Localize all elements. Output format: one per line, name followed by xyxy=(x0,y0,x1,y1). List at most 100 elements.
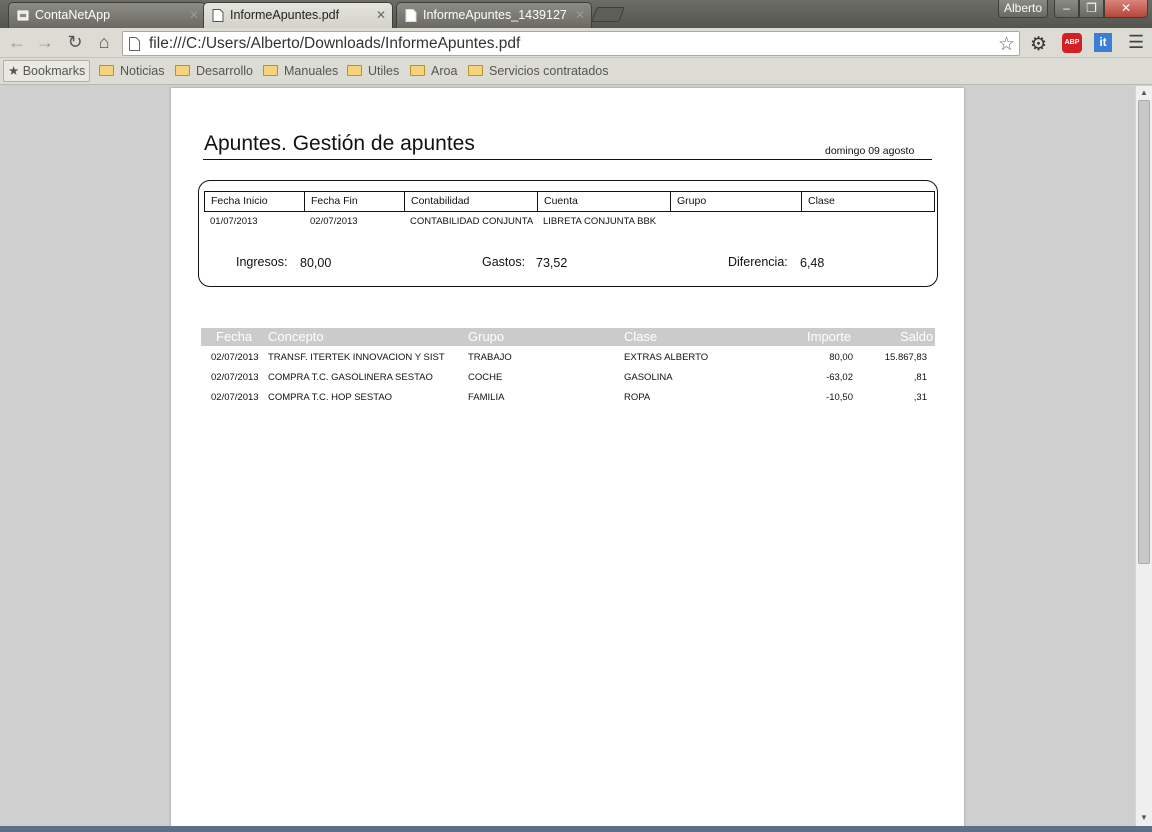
column-header-clase: Clase xyxy=(624,329,658,344)
cell-saldo: ,31 xyxy=(913,392,927,403)
column-header-importe: Importe xyxy=(807,329,852,344)
close-tab-icon[interactable]: ✕ xyxy=(189,3,199,27)
table-row: 02/07/2013 COMPRA T.C. GASOLINERA SESTAO… xyxy=(201,372,935,390)
tab-informeapuntes-1439127[interactable]: InformeApuntes_1439127 ✕ xyxy=(396,2,592,28)
reload-icon[interactable]: ↻ xyxy=(63,31,87,55)
tab-title: InformeApuntes.pdf xyxy=(230,8,340,22)
cell-saldo: ,81 xyxy=(913,372,927,383)
cell-importe: 80,00 xyxy=(829,352,853,363)
filter-header-grupo: Grupo xyxy=(671,192,802,211)
folder-icon xyxy=(410,65,425,76)
filter-summary-box: Fecha Inicio Fecha Fin Contabilidad Cuen… xyxy=(198,180,938,287)
cell-grupo: TRABAJO xyxy=(468,352,512,363)
table-row: 02/07/2013 COMPRA T.C. HOP SESTAO FAMILI… xyxy=(201,392,935,410)
cell-concepto: COMPRA T.C. GASOLINERA SESTAO xyxy=(268,372,433,383)
gastos-label: Gastos: xyxy=(482,255,526,269)
title-bar: ContaNetApp ✕ InformeApuntes.pdf ✕ Infor… xyxy=(0,0,1152,28)
folder-label: Noticias xyxy=(120,64,165,78)
document-icon xyxy=(212,9,224,22)
column-header-concepto: Concepto xyxy=(268,329,324,344)
diferencia-value: 6,48 xyxy=(800,256,825,270)
page-icon xyxy=(129,37,140,51)
cell-fecha: 02/07/2013 xyxy=(211,392,259,403)
forward-arrow-icon[interactable]: → xyxy=(33,31,57,55)
filter-value-fecha-fin: 02/07/2013 xyxy=(310,216,358,227)
filter-header-clase: Clase xyxy=(808,195,835,207)
windows-taskbar xyxy=(0,826,1152,832)
star-icon: ★ xyxy=(8,64,20,78)
star-icon[interactable]: ☆ xyxy=(998,33,1015,56)
folder-label: Manuales xyxy=(284,64,339,78)
hamburger-menu-icon[interactable]: ☰ xyxy=(1128,32,1144,53)
document-icon xyxy=(405,9,417,22)
cell-clase: EXTRAS ALBERTO xyxy=(624,352,709,363)
filter-value-fecha-inicio: 01/07/2013 xyxy=(210,216,258,227)
cell-concepto: COMPRA T.C. HOP SESTAO xyxy=(268,392,393,403)
column-header-saldo: Saldo xyxy=(900,329,934,344)
cell-importe: -10,50 xyxy=(826,392,853,403)
minimize-icon[interactable]: – xyxy=(1054,0,1079,18)
browser-toolbar: ← → ↻ ⌂ file:///C:/Users/Alberto/Downloa… xyxy=(0,28,1152,58)
cell-clase: ROPA xyxy=(624,392,651,403)
title-divider xyxy=(203,159,932,160)
close-window-icon[interactable]: ✕ xyxy=(1104,0,1148,18)
report-title: Apuntes. Gestión de apuntes xyxy=(204,132,475,155)
folder-icon xyxy=(175,65,190,76)
url-text[interactable]: file:///C:/Users/Alberto/Downloads/Infor… xyxy=(149,35,520,53)
gastos-value: 73,52 xyxy=(536,256,568,270)
address-bar[interactable]: file:///C:/Users/Alberto/Downloads/Infor… xyxy=(122,31,1020,56)
scroll-down-arrow-icon[interactable]: ▼ xyxy=(1140,813,1148,822)
pdf-viewport: Apuntes. Gestión de apuntes domingo 09 a… xyxy=(0,86,1135,832)
folder-label: Utiles xyxy=(368,64,400,78)
folder-icon xyxy=(263,65,278,76)
restore-icon[interactable]: ❐ xyxy=(1079,0,1104,18)
tab-contanetapp[interactable]: ContaNetApp ✕ xyxy=(8,2,206,28)
close-tab-icon[interactable]: ✕ xyxy=(575,3,585,27)
bookmarks-button[interactable]: ★ Bookmarks xyxy=(3,60,91,82)
report-date: domingo 09 agosto xyxy=(825,145,915,157)
bookmark-folder-aroa[interactable]: Aroa xyxy=(410,62,457,80)
folder-icon xyxy=(99,65,114,76)
column-header-fecha: Fecha xyxy=(216,329,253,344)
cell-grupo: COCHE xyxy=(468,372,503,383)
bookmarks-label: Bookmarks xyxy=(22,64,86,78)
bookmark-folder-utiles[interactable]: Utiles xyxy=(347,62,399,80)
filter-header-row: Fecha Inicio Fecha Fin Contabilidad Cuen… xyxy=(204,191,935,212)
bookmark-folder-servicios[interactable]: Servicios contratados xyxy=(468,62,609,80)
tab-title: ContaNetApp xyxy=(35,8,111,22)
cell-grupo: FAMILIA xyxy=(468,392,505,403)
profile-button[interactable]: Alberto xyxy=(998,0,1048,18)
cell-fecha: 02/07/2013 xyxy=(211,372,259,383)
bookmark-folder-noticias[interactable]: Noticias xyxy=(99,62,164,80)
bookmark-folder-desarrollo[interactable]: Desarrollo xyxy=(175,62,253,80)
it-icon[interactable]: it xyxy=(1094,33,1112,52)
scroll-up-arrow-icon[interactable]: ▲ xyxy=(1140,88,1148,97)
folder-icon xyxy=(347,65,362,76)
filter-header-fecha-fin: Fecha Fin xyxy=(305,192,405,211)
bookmark-folder-manuales[interactable]: Manuales xyxy=(263,62,338,80)
tab-title: InformeApuntes_1439127 xyxy=(423,8,567,22)
tab-informeapuntes-pdf[interactable]: InformeApuntes.pdf ✕ xyxy=(203,2,393,28)
filter-header-cuenta: Cuenta xyxy=(538,192,671,211)
close-tab-icon[interactable]: ✕ xyxy=(376,3,386,27)
column-header-grupo: Grupo xyxy=(468,329,505,344)
folder-label: Servicios contratados xyxy=(489,64,609,78)
filter-value-cuenta: LIBRETA CONJUNTA BBK xyxy=(543,216,657,227)
vertical-scrollbar[interactable]: ▲ ▼ xyxy=(1135,86,1152,832)
cell-concepto: TRANSF. ITERTEK INNOVACION Y SIST xyxy=(268,352,445,363)
filter-header-fecha-inicio: Fecha Inicio xyxy=(205,192,305,211)
scrollbar-thumb[interactable] xyxy=(1138,100,1150,564)
filter-header-contabilidad: Contabilidad xyxy=(405,192,538,211)
gear-icon[interactable]: ⚙ xyxy=(1030,33,1047,56)
cell-saldo: 15.867,83 xyxy=(884,352,927,363)
abp-icon[interactable]: ABP xyxy=(1062,33,1082,53)
new-tab-button[interactable] xyxy=(591,7,625,22)
entries-header-row: Fecha Concepto Grupo Clase Importe Saldo xyxy=(201,328,935,346)
home-icon[interactable]: ⌂ xyxy=(92,31,116,55)
table-row: 02/07/2013 TRANSF. ITERTEK INNOVACION Y … xyxy=(201,352,935,370)
cell-importe: -63,02 xyxy=(826,372,853,383)
app-favicon-icon xyxy=(17,10,29,21)
bookmarks-bar: ★ Bookmarks Noticias Desarrollo Manuales… xyxy=(0,58,1152,85)
folder-label: Aroa xyxy=(431,64,458,78)
back-arrow-icon[interactable]: ← xyxy=(5,31,29,55)
